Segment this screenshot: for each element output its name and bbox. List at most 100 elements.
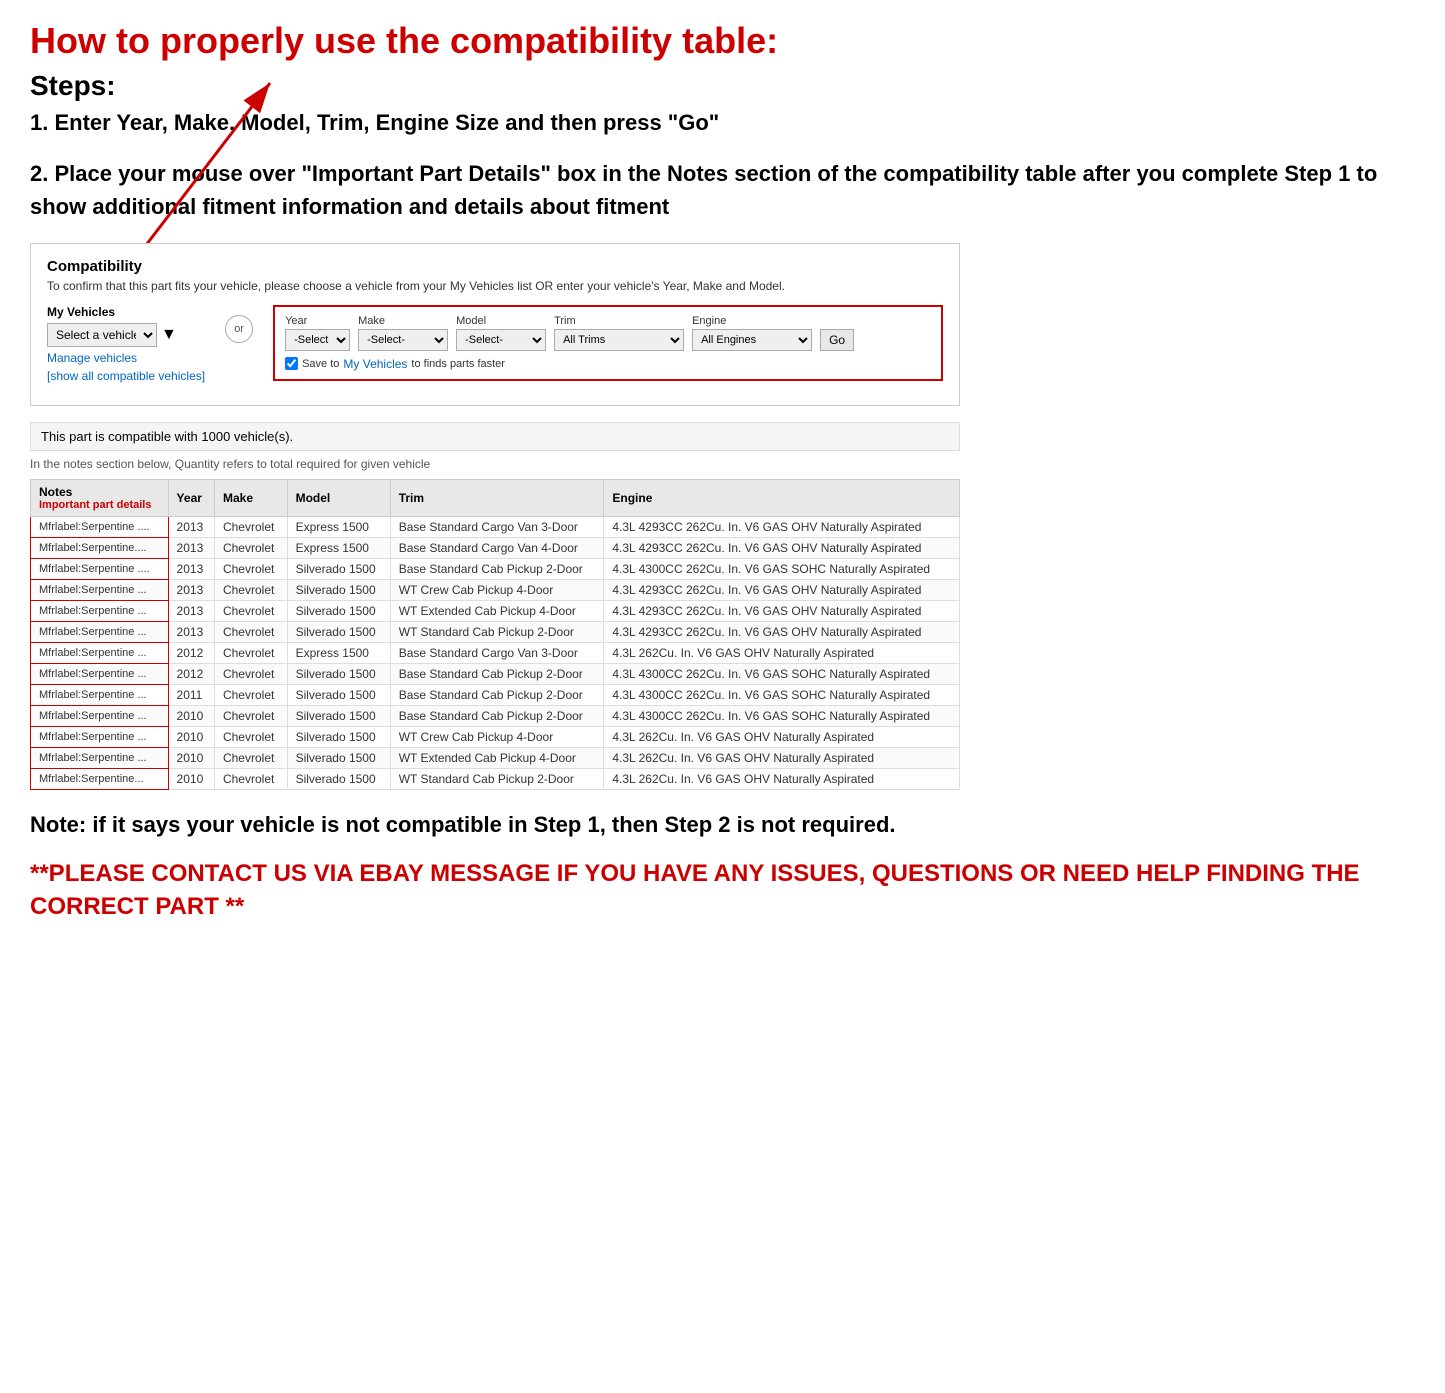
year-cell: 2011 (168, 684, 214, 705)
th-trim: Trim (390, 479, 604, 516)
year-cell: 2012 (168, 642, 214, 663)
th-important: Important part details (39, 499, 160, 511)
save-suffix: to finds parts faster (411, 358, 505, 370)
notes-cell: Mfrlabel:Serpentine ... (31, 726, 169, 747)
table-row: Mfrlabel:Serpentine ....2013ChevroletSil… (31, 558, 960, 579)
model-cell: Express 1500 (287, 516, 390, 537)
engine-select[interactable]: All Engines (692, 329, 812, 351)
trim-cell: WT Crew Cab Pickup 4-Door (390, 726, 604, 747)
table-header-row: Notes Important part details Year Make M… (31, 479, 960, 516)
year-cell: 2010 (168, 768, 214, 789)
year-select[interactable]: -Select- (285, 329, 350, 351)
model-label: Model (456, 315, 546, 327)
table-row: Mfrlabel:Serpentine ...2010ChevroletSilv… (31, 747, 960, 768)
trim-select[interactable]: All Trims (554, 329, 684, 351)
notes-cell: Mfrlabel:Serpentine .... (31, 558, 169, 579)
trim-cell: Base Standard Cab Pickup 2-Door (390, 705, 604, 726)
trim-cell: Base Standard Cargo Van 3-Door (390, 516, 604, 537)
trim-field-group: Trim All Trims (554, 315, 684, 351)
save-row: Save to My Vehicles to finds parts faste… (285, 357, 931, 371)
trim-cell: WT Standard Cab Pickup 2-Door (390, 768, 604, 789)
year-cell: 2012 (168, 663, 214, 684)
year-cell: 2010 (168, 705, 214, 726)
engine-cell: 4.3L 4293CC 262Cu. In. V6 GAS OHV Natura… (604, 579, 960, 600)
model-cell: Silverado 1500 (287, 747, 390, 768)
th-make: Make (214, 479, 287, 516)
year-cell: 2013 (168, 558, 214, 579)
table-row: Mfrlabel:Serpentine ...2012ChevroletSilv… (31, 663, 960, 684)
or-label: or (225, 315, 253, 343)
make-cell: Chevrolet (214, 537, 287, 558)
contact-text: **PLEASE CONTACT US VIA EBAY MESSAGE IF … (30, 857, 1415, 924)
table-row: Mfrlabel:Serpentine....2013ChevroletExpr… (31, 537, 960, 558)
make-cell: Chevrolet (214, 642, 287, 663)
engine-cell: 4.3L 262Cu. In. V6 GAS OHV Naturally Asp… (604, 642, 960, 663)
table-row: Mfrlabel:Serpentine ...2010ChevroletSilv… (31, 726, 960, 747)
year-field-group: Year -Select- (285, 315, 350, 351)
make-label: Make (358, 315, 448, 327)
trim-cell: Base Standard Cargo Van 4-Door (390, 537, 604, 558)
table-row: Mfrlabel:Serpentine...2010ChevroletSilve… (31, 768, 960, 789)
table-row: Mfrlabel:Serpentine ...2013ChevroletSilv… (31, 621, 960, 642)
notes-cell: Mfrlabel:Serpentine ... (31, 621, 169, 642)
year-label: Year (285, 315, 350, 327)
model-field-group: Model -Select- (456, 315, 546, 351)
compat-note: In the notes section below, Quantity ref… (30, 457, 960, 471)
compatibility-section: Compatibility To confirm that this part … (30, 243, 1415, 790)
vehicle-select-dropdown[interactable]: Select a vehicle (47, 323, 157, 347)
engine-cell: 4.3L 4293CC 262Cu. In. V6 GAS OHV Natura… (604, 537, 960, 558)
save-checkbox[interactable] (285, 357, 298, 370)
make-cell: Chevrolet (214, 579, 287, 600)
ymm-fields-row: Year -Select- Make -Select- Model (285, 315, 931, 351)
table-row: Mfrlabel:Serpentine ...2010ChevroletSilv… (31, 705, 960, 726)
table-row: Mfrlabel:Serpentine ...2013ChevroletSilv… (31, 600, 960, 621)
year-cell: 2013 (168, 537, 214, 558)
notes-cell: Mfrlabel:Serpentine ... (31, 747, 169, 768)
compat-top-row: My Vehicles Select a vehicle ▼ Manage ve… (47, 305, 943, 383)
dropdown-arrow-icon: ▼ (161, 326, 177, 344)
notes-cell: Mfrlabel:Serpentine.... (31, 537, 169, 558)
note-text: Note: if it says your vehicle is not com… (30, 810, 1415, 841)
make-cell: Chevrolet (214, 516, 287, 537)
trim-cell: WT Crew Cab Pickup 4-Door (390, 579, 604, 600)
year-cell: 2013 (168, 621, 214, 642)
make-select[interactable]: -Select- (358, 329, 448, 351)
make-cell: Chevrolet (214, 705, 287, 726)
year-cell: 2010 (168, 747, 214, 768)
notes-cell: Mfrlabel:Serpentine ... (31, 663, 169, 684)
engine-cell: 4.3L 262Cu. In. V6 GAS OHV Naturally Asp… (604, 726, 960, 747)
manage-vehicles-link[interactable]: Manage vehicles (47, 351, 205, 365)
engine-cell: 4.3L 4300CC 262Cu. In. V6 GAS SOHC Natur… (604, 663, 960, 684)
make-cell: Chevrolet (214, 684, 287, 705)
make-field-group: Make -Select- (358, 315, 448, 351)
engine-cell: 4.3L 4300CC 262Cu. In. V6 GAS SOHC Natur… (604, 684, 960, 705)
model-cell: Silverado 1500 (287, 726, 390, 747)
model-select[interactable]: -Select- (456, 329, 546, 351)
page-main-title: How to properly use the compatibility ta… (30, 20, 1415, 62)
compat-title: Compatibility (47, 258, 943, 275)
engine-field-group: Engine All Engines (692, 315, 812, 351)
compat-subtitle: To confirm that this part fits your vehi… (47, 279, 943, 293)
compat-info-bar: This part is compatible with 1000 vehicl… (30, 422, 960, 451)
model-cell: Silverado 1500 (287, 684, 390, 705)
model-cell: Silverado 1500 (287, 768, 390, 789)
go-button[interactable]: Go (820, 329, 854, 351)
engine-cell: 4.3L 4300CC 262Cu. In. V6 GAS SOHC Natur… (604, 558, 960, 579)
table-row: Mfrlabel:Serpentine ...2012ChevroletExpr… (31, 642, 960, 663)
model-cell: Silverado 1500 (287, 600, 390, 621)
trim-label: Trim (554, 315, 684, 327)
trim-cell: Base Standard Cab Pickup 2-Door (390, 558, 604, 579)
model-cell: Express 1500 (287, 642, 390, 663)
show-all-link[interactable]: [show all compatible vehicles] (47, 369, 205, 383)
model-cell: Silverado 1500 (287, 663, 390, 684)
my-vehicles-section: My Vehicles Select a vehicle ▼ Manage ve… (47, 305, 205, 383)
engine-label: Engine (692, 315, 812, 327)
th-notes: Notes Important part details (31, 479, 169, 516)
engine-cell: 4.3L 262Cu. In. V6 GAS OHV Naturally Asp… (604, 768, 960, 789)
step1-text: 1. Enter Year, Make, Model, Trim, Engine… (30, 108, 1415, 139)
year-cell: 2013 (168, 579, 214, 600)
my-vehicles-save-link[interactable]: My Vehicles (343, 357, 407, 371)
vehicle-select-row: Select a vehicle ▼ (47, 323, 205, 347)
notes-cell: Mfrlabel:Serpentine ... (31, 705, 169, 726)
table-body: Mfrlabel:Serpentine ....2013ChevroletExp… (31, 516, 960, 789)
